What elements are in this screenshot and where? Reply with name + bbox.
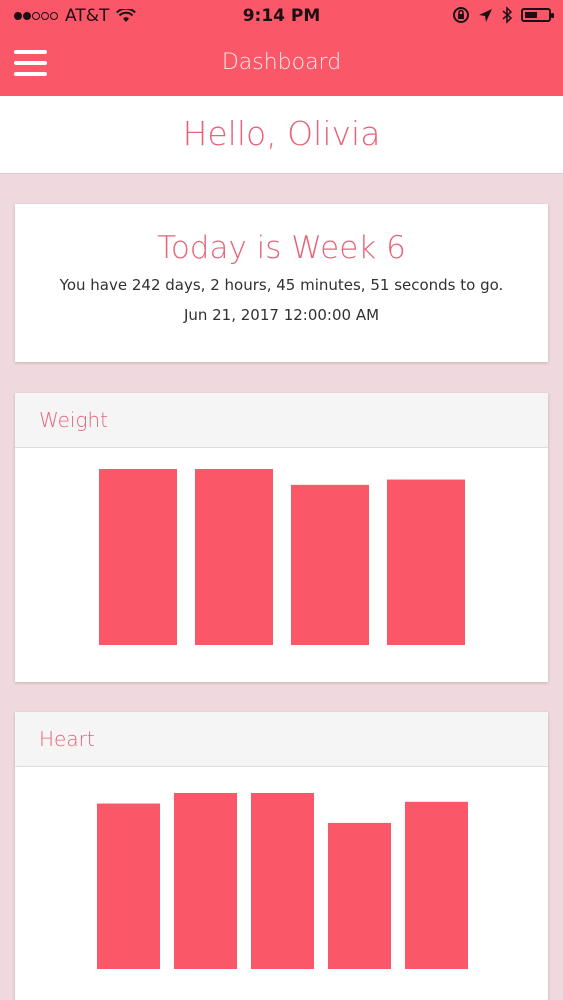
weight-title: Weight [39, 408, 108, 432]
weight-bar-2 [195, 469, 273, 645]
weight-chart [99, 469, 465, 645]
heart-card: Heart [15, 712, 548, 1000]
lock-rotation-icon [453, 7, 469, 23]
heart-chart [97, 793, 468, 969]
greeting-text: Hello, Olivia [182, 114, 381, 153]
app-bar: Dashboard [0, 30, 563, 96]
bluetooth-icon [502, 6, 513, 24]
heart-title: Heart [39, 727, 95, 751]
heart-bar-1 [97, 803, 160, 969]
due-date: Jun 21, 2017 12:00:00 AM [183, 306, 380, 324]
status-bar: AT&T 9:14 PM [0, 0, 563, 30]
heart-bar-4 [328, 822, 391, 969]
heart-bar-3 [251, 793, 314, 969]
battery-level [525, 12, 537, 18]
heart-bar-2 [174, 793, 237, 969]
greeting-section: Hello, Olivia [0, 96, 563, 174]
weight-bar-4 [387, 479, 465, 645]
countdown-text: You have 242 days, 2 hours, 45 minutes, … [59, 276, 504, 294]
status-right [452, 6, 554, 24]
location-arrow-icon [479, 8, 492, 22]
weight-card-header: Weight [15, 393, 548, 448]
week-card: Today is Week 6 You have 242 days, 2 hou… [15, 204, 548, 362]
weight-card: Weight [15, 393, 548, 682]
battery-icon [521, 8, 554, 22]
weight-bar-3 [291, 484, 369, 645]
week-title: Today is Week 6 [157, 230, 406, 266]
heart-card-header: Heart [15, 712, 548, 767]
app-title: Dashboard [221, 50, 342, 75]
weight-bar-1 [99, 469, 177, 645]
heart-bar-5 [405, 801, 468, 969]
